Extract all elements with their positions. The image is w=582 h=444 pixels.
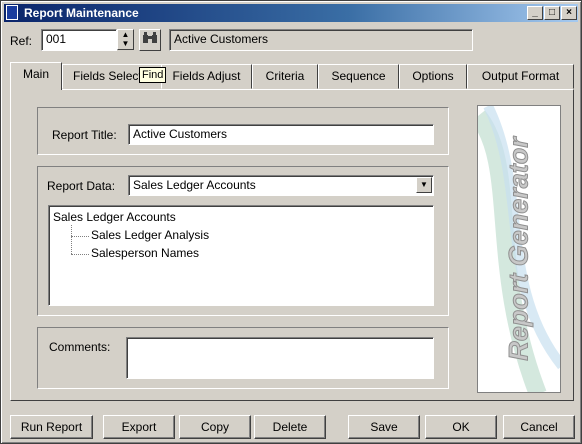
maximize-button[interactable]: □ bbox=[544, 6, 560, 20]
tree-connector bbox=[71, 254, 89, 255]
tab-output-format[interactable]: Output Format bbox=[467, 64, 574, 89]
report-generator-graphic: Report Generator bbox=[477, 105, 561, 393]
report-maintenance-window: Report Maintenance _ □ × Ref: 001 ▲ ▼ Fi… bbox=[0, 0, 582, 444]
report-app-icon bbox=[6, 5, 18, 20]
ref-label: Ref: bbox=[10, 34, 33, 48]
find-button[interactable] bbox=[139, 29, 161, 51]
report-data-label: Report Data: bbox=[47, 179, 116, 193]
copy-button[interactable]: Copy bbox=[179, 415, 251, 439]
binoculars-icon bbox=[142, 32, 158, 47]
tab-options[interactable]: Options bbox=[399, 64, 467, 89]
minimize-button[interactable]: _ bbox=[527, 6, 543, 20]
export-button[interactable]: Export bbox=[103, 415, 175, 439]
dropdown-arrow-icon[interactable]: ▼ bbox=[416, 177, 432, 193]
tree-child-node[interactable]: Salesperson Names bbox=[91, 246, 199, 260]
title-bar: Report Maintenance _ □ × bbox=[4, 4, 578, 22]
spin-up-icon[interactable]: ▲ bbox=[118, 30, 133, 39]
delete-button[interactable]: Delete bbox=[254, 415, 326, 439]
report-data-select[interactable]: Sales Ledger Accounts bbox=[128, 175, 434, 196]
tree-child-node[interactable]: Sales Ledger Analysis bbox=[91, 228, 209, 242]
run-report-button[interactable]: Run Report bbox=[10, 415, 93, 439]
comments-textarea[interactable] bbox=[126, 337, 434, 379]
tab-sequence[interactable]: Sequence bbox=[318, 64, 399, 89]
tree-connector bbox=[71, 236, 89, 237]
report-generator-watermark: Report Generator bbox=[503, 137, 534, 362]
ref-input[interactable]: 001 bbox=[41, 29, 117, 51]
tree-root-node[interactable]: Sales Ledger Accounts bbox=[53, 210, 176, 224]
ok-button[interactable]: OK bbox=[425, 415, 497, 439]
save-button[interactable]: Save bbox=[348, 415, 420, 439]
comments-label: Comments: bbox=[49, 340, 111, 354]
report-data-tree[interactable]: Sales Ledger Accounts Sales Ledger Analy… bbox=[48, 205, 434, 306]
tab-main[interactable]: Main bbox=[10, 62, 62, 90]
tree-connector bbox=[71, 225, 72, 254]
tab-fields-adjust[interactable]: Fields Adjust bbox=[161, 64, 252, 89]
ref-description: Active Customers bbox=[169, 29, 473, 51]
report-title-input[interactable]: Active Customers bbox=[128, 124, 434, 145]
window-title: Report Maintenance bbox=[24, 6, 139, 20]
ref-spinner[interactable]: ▲ ▼ bbox=[117, 29, 134, 50]
tab-criteria[interactable]: Criteria bbox=[252, 64, 318, 89]
cancel-button[interactable]: Cancel bbox=[503, 415, 575, 439]
close-button[interactable]: × bbox=[561, 6, 577, 20]
report-title-label: Report Title: bbox=[52, 128, 117, 142]
find-tooltip: Find bbox=[139, 67, 167, 83]
spin-down-icon[interactable]: ▼ bbox=[118, 39, 133, 48]
